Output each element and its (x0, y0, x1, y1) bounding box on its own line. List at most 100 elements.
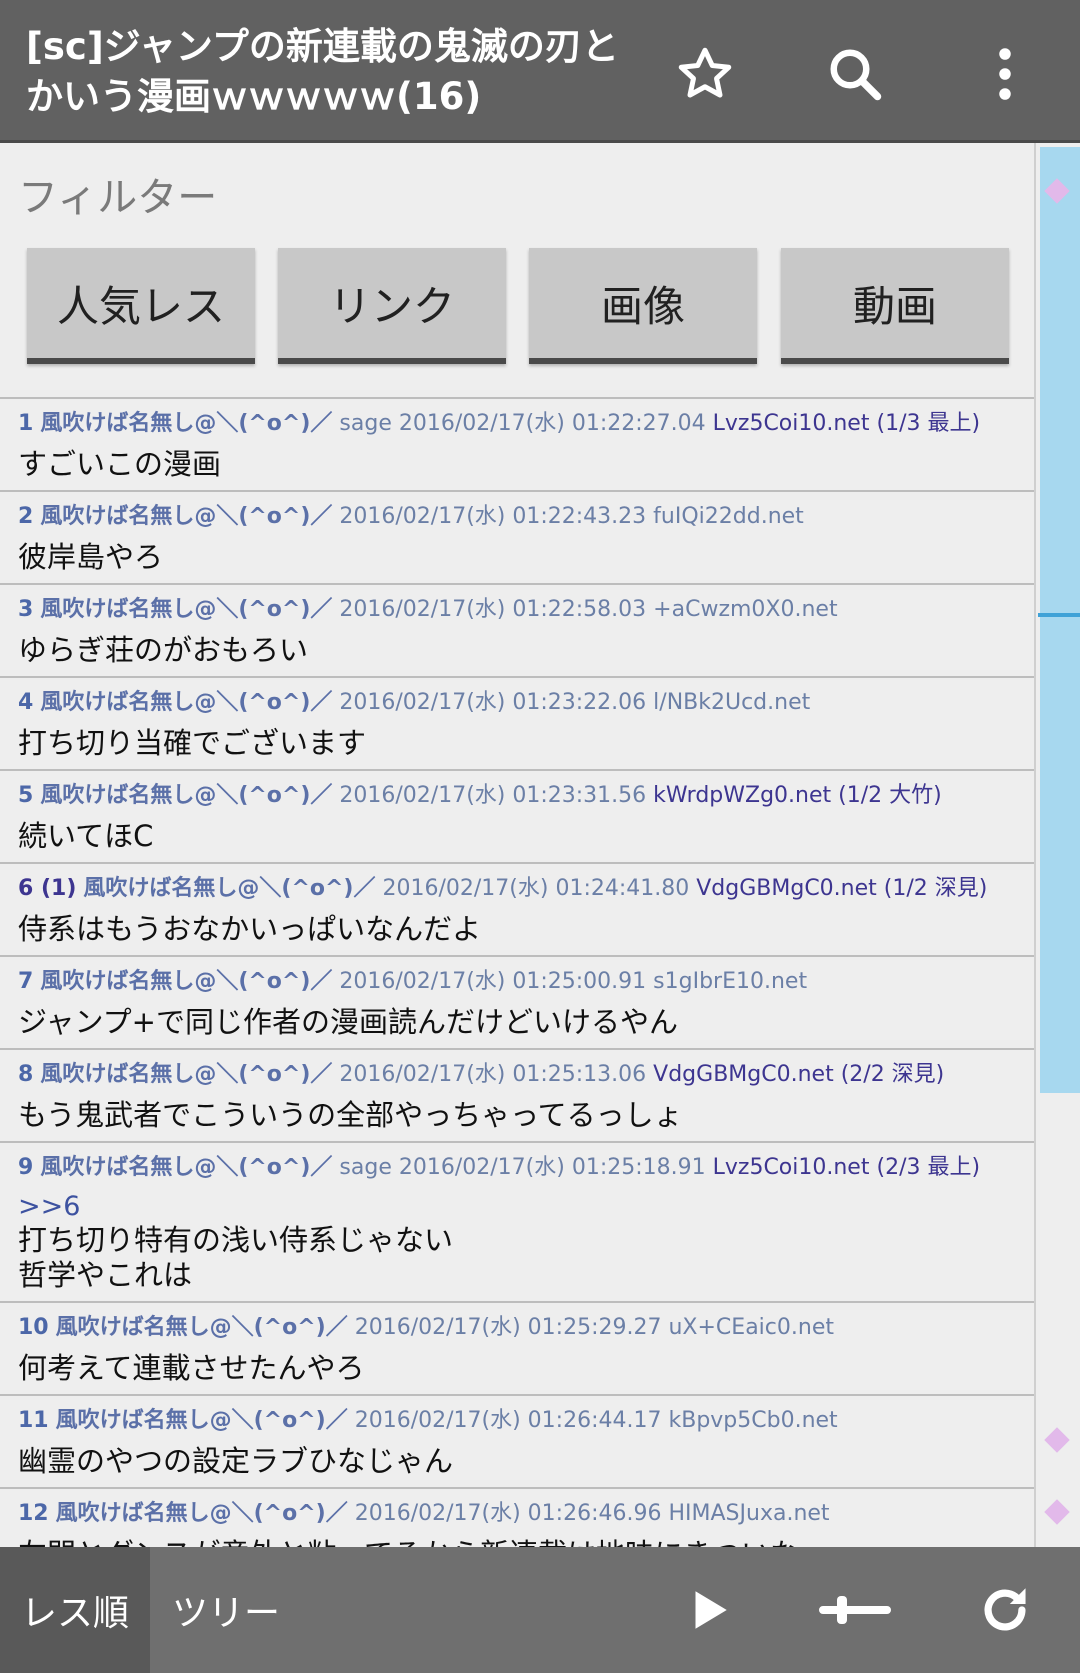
refresh-icon[interactable] (965, 1570, 1045, 1650)
post-id-count: (1/3 最上) (876, 411, 981, 436)
post-number[interactable]: 6 (1) (18, 876, 76, 901)
post-date: 2016/02/17(水) 01:23:31.56 (339, 783, 647, 808)
post-id[interactable]: s1gIbrE10.net (653, 969, 807, 994)
post-author-name: 風吹けば名無し@＼(^o^)／ (83, 876, 376, 901)
post-id[interactable]: l/NBk2Ucd.net (653, 690, 810, 715)
post-body: 侍系はもうおなかいっぱいなんだよ (18, 912, 482, 946)
post-item[interactable]: 4 風吹けば名無し@＼(^o^)／ 2016/02/17(水) 01:23:22… (0, 678, 1034, 771)
filter-image-button[interactable]: 画像 (529, 248, 757, 364)
post-item[interactable]: 2 風吹けば名無し@＼(^o^)／ 2016/02/17(水) 01:22:43… (0, 492, 1034, 585)
post-number[interactable]: 3 (18, 597, 33, 622)
post-body: 何考えて連載させたんやろ (18, 1351, 365, 1385)
post-id[interactable]: uX+CEaic0.net (668, 1315, 834, 1340)
post-id[interactable]: kWrdpWZg0.net (653, 783, 831, 808)
filter-video-button[interactable]: 動画 (781, 248, 1009, 364)
tab-order[interactable]: レス順 (0, 1547, 150, 1673)
post-id-count: (1/2 大竹) (838, 783, 942, 808)
filter-label: フィルター (18, 175, 218, 221)
post-body: ジャンプ+で同じ作者の漫画読んだけどいけるやん (18, 1005, 678, 1039)
post-id[interactable]: Lvz5Coi10.net (713, 1155, 870, 1180)
post-author-name: 風吹けば名無し@＼(^o^)／ (40, 783, 333, 808)
post-number[interactable]: 9 (18, 1155, 33, 1180)
post-number[interactable]: 2 (18, 504, 33, 529)
post-item[interactable]: 12 風吹けば名無し@＼(^o^)／ 2016/02/17(水) 01:26:4… (0, 1489, 1034, 1547)
post-author-name: 風吹けば名無し@＼(^o^)／ (40, 690, 333, 715)
post-header: 4 風吹けば名無し@＼(^o^)／ 2016/02/17(水) 01:23:22… (18, 686, 1034, 720)
post-author-name: 風吹けば名無し@＼(^o^)／ (55, 1501, 348, 1526)
post-reply-anchor[interactable]: >>6 (18, 1191, 1034, 1223)
post-body: ゆらぎ荘のがおもろい (18, 633, 309, 667)
post-header: 12 風吹けば名無し@＼(^o^)／ 2016/02/17(水) 01:26:4… (18, 1497, 1034, 1531)
post-date: 2016/02/17(水) 01:23:22.06 (339, 690, 647, 715)
post-header: 2 風吹けば名無し@＼(^o^)／ 2016/02/17(水) 01:22:43… (18, 500, 1034, 534)
post-header: 11 風吹けば名無し@＼(^o^)／ 2016/02/17(水) 01:26:4… (18, 1404, 1034, 1438)
post-date: 2016/02/17(水) 01:24:41.80 (382, 876, 690, 901)
post-id[interactable]: Lvz5Coi10.net (713, 411, 870, 436)
post-author-name: 風吹けば名無し@＼(^o^)／ (40, 504, 333, 529)
post-mail: sage (339, 1155, 392, 1180)
post-item[interactable]: 7 風吹けば名無し@＼(^o^)／ 2016/02/17(水) 01:25:00… (0, 957, 1034, 1050)
post-header: 1 風吹けば名無し@＼(^o^)／ sage 2016/02/17(水) 01:… (18, 407, 1034, 441)
post-date: 2016/02/17(水) 01:26:44.17 (354, 1408, 662, 1433)
post-number[interactable]: 12 (18, 1501, 49, 1526)
filter-popular-button[interactable]: 人気レス (27, 248, 255, 364)
post-author-name: 風吹けば名無し@＼(^o^)／ (40, 597, 333, 622)
post-header: 5 風吹けば名無し@＼(^o^)／ 2016/02/17(水) 01:23:31… (18, 779, 1034, 813)
post-number[interactable]: 11 (18, 1408, 49, 1433)
scrollbar[interactable] (1038, 143, 1080, 1547)
post-number[interactable]: 4 (18, 690, 33, 715)
post-header: 3 風吹けば名無し@＼(^o^)／ 2016/02/17(水) 01:22:58… (18, 593, 1034, 627)
play-icon[interactable] (668, 1570, 748, 1650)
post-number[interactable]: 8 (18, 1062, 33, 1087)
post-number[interactable]: 7 (18, 969, 33, 994)
bottom-bar: レス順 ツリー (0, 1547, 1080, 1673)
post-item[interactable]: 1 風吹けば名無し@＼(^o^)／ sage 2016/02/17(水) 01:… (0, 399, 1034, 492)
post-date: 2016/02/17(水) 01:25:00.91 (339, 969, 647, 994)
app-bar: [sc]ジャンプの新連載の鬼滅の刃と かいう漫画ｗｗｗｗｗ(16) (0, 0, 1080, 143)
post-id-count: (2/3 最上) (876, 1155, 981, 1180)
post-number[interactable]: 10 (18, 1315, 49, 1340)
scroll-position-marker (1038, 613, 1080, 617)
post-author-name: 風吹けば名無し@＼(^o^)／ (40, 969, 333, 994)
filter-link-button[interactable]: リンク (278, 248, 506, 364)
post-id[interactable]: fuIQi22dd.net (653, 504, 804, 529)
post-id[interactable]: +aCwzm0X0.net (653, 597, 837, 622)
post-date: 2016/02/17(水) 01:26:46.96 (354, 1501, 662, 1526)
post-date: 2016/02/17(水) 01:22:43.23 (339, 504, 647, 529)
post-author-name: 風吹けば名無し@＼(^o^)／ (55, 1315, 348, 1340)
post-item[interactable]: 8 風吹けば名無し@＼(^o^)／ 2016/02/17(水) 01:25:13… (0, 1050, 1034, 1143)
post-id[interactable]: VdgGBMgC0.net (696, 876, 877, 901)
post-id[interactable]: VdgGBMgC0.net (653, 1062, 834, 1087)
post-id[interactable]: kBpvp5Cb0.net (668, 1408, 837, 1433)
post-number[interactable]: 5 (18, 783, 33, 808)
search-icon[interactable] (815, 34, 895, 114)
scroll-marker-icon (1044, 1499, 1070, 1525)
post-id[interactable]: HIMASJuxa.net (668, 1501, 829, 1526)
post-item[interactable]: 9 風吹けば名無し@＼(^o^)／ sage 2016/02/17(水) 01:… (0, 1143, 1034, 1303)
star-outline-icon[interactable] (665, 34, 745, 114)
scroll-marker-icon (1044, 1427, 1070, 1453)
post-author-name: 風吹けば名無し@＼(^o^)／ (40, 411, 333, 436)
tab-tree[interactable]: ツリー (172, 1547, 280, 1673)
post-date: 2016/02/17(水) 01:22:58.03 (339, 597, 647, 622)
post-date: 2016/02/17(水) 01:25:18.91 (398, 1155, 706, 1180)
post-body: 続いてほC (18, 819, 154, 853)
thread-content[interactable]: フィルター 人気レス リンク 画像 動画 1 風吹けば名無し@＼(^o^)／ s… (0, 143, 1036, 1547)
scrollbar-thumb[interactable] (1040, 147, 1080, 1093)
post-number[interactable]: 1 (18, 411, 33, 436)
post-body: 幽霊のやつの設定ラブひなじゃん (18, 1444, 454, 1478)
slider-icon[interactable] (815, 1570, 895, 1650)
post-item[interactable]: 5 風吹けば名無し@＼(^o^)／ 2016/02/17(水) 01:23:31… (0, 771, 1034, 864)
post-body: 彼岸島やろ (18, 540, 164, 574)
post-list: 1 風吹けば名無し@＼(^o^)／ sage 2016/02/17(水) 01:… (0, 397, 1034, 1547)
post-header: 10 風吹けば名無し@＼(^o^)／ 2016/02/17(水) 01:25:2… (18, 1311, 1034, 1345)
post-item[interactable]: 3 風吹けば名無し@＼(^o^)／ 2016/02/17(水) 01:22:58… (0, 585, 1034, 678)
post-id-count: (1/2 深見) (883, 876, 988, 901)
post-item[interactable]: 6 (1) 風吹けば名無し@＼(^o^)／ 2016/02/17(水) 01:2… (0, 864, 1034, 957)
post-header: 7 風吹けば名無し@＼(^o^)／ 2016/02/17(水) 01:25:00… (18, 965, 1034, 999)
post-body: すごいこの漫画 (18, 447, 222, 481)
post-item[interactable]: 10 風吹けば名無し@＼(^o^)／ 2016/02/17(水) 01:25:2… (0, 1303, 1034, 1396)
post-item[interactable]: 11 風吹けば名無し@＼(^o^)／ 2016/02/17(水) 01:26:4… (0, 1396, 1034, 1489)
more-vert-icon[interactable] (965, 34, 1045, 114)
post-date: 2016/02/17(水) 01:25:29.27 (354, 1315, 662, 1340)
